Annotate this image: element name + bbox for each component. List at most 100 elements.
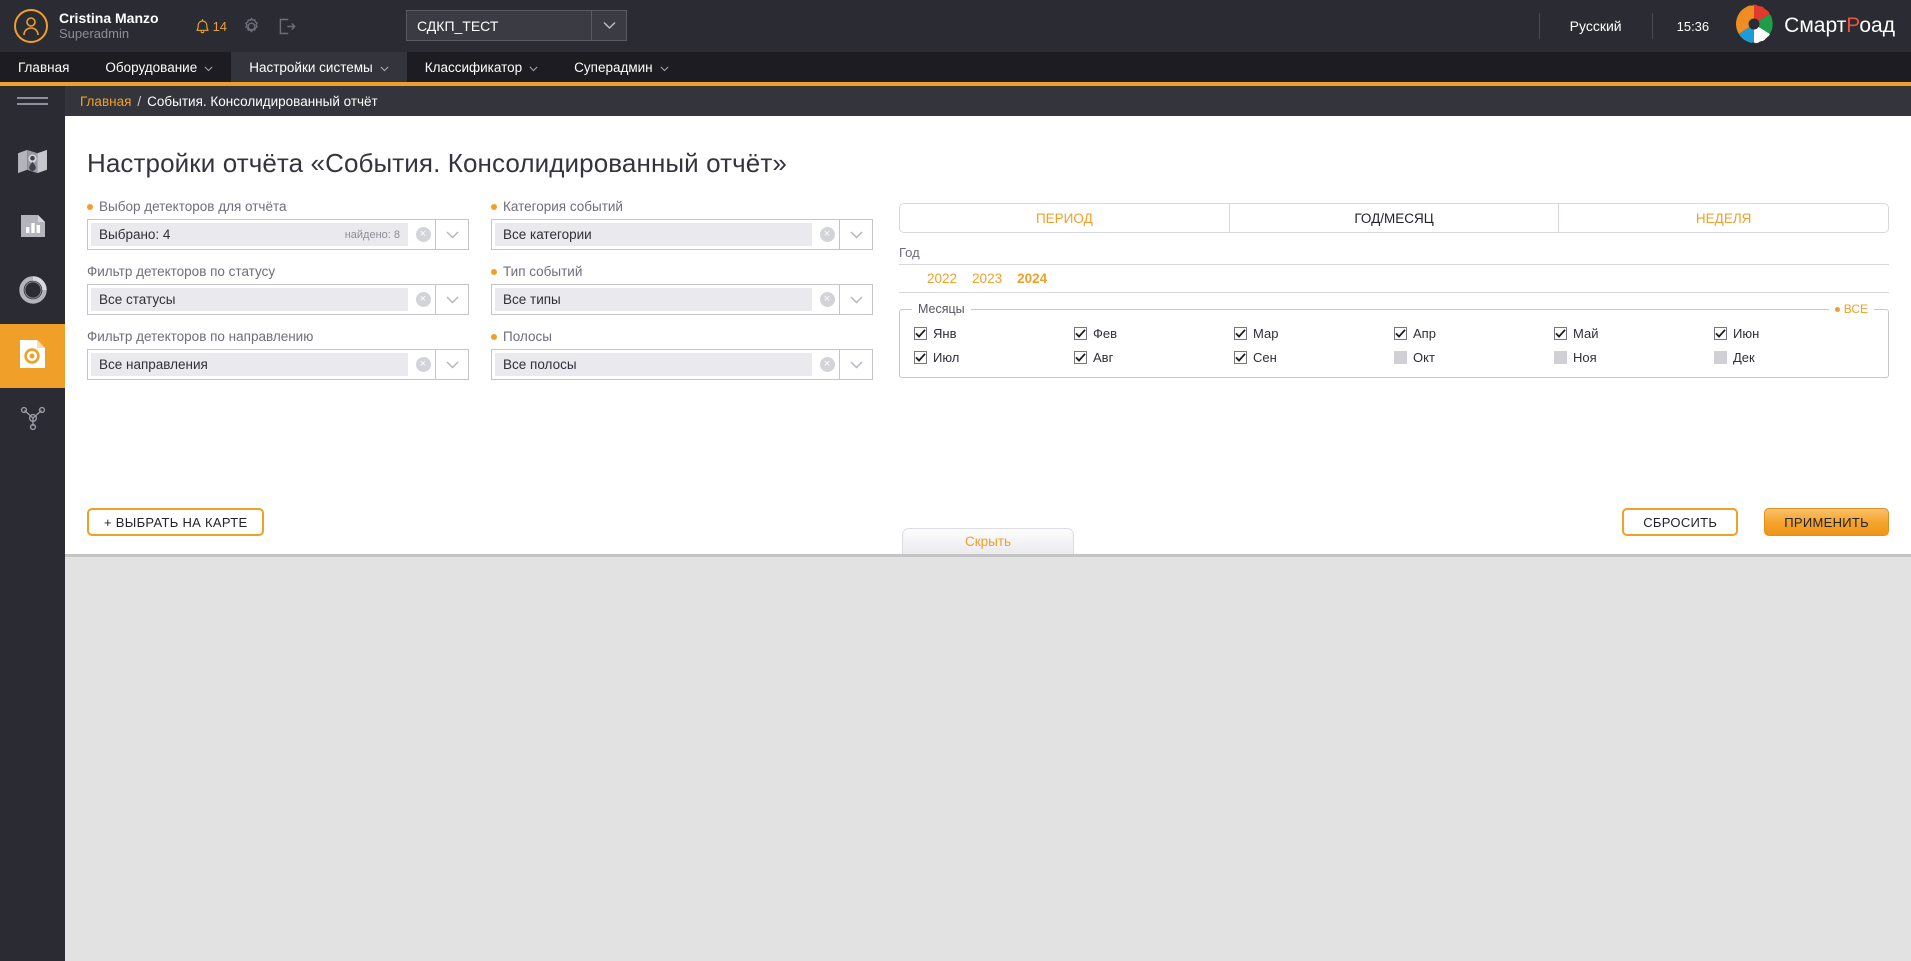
avatar[interactable] <box>14 9 48 43</box>
month-checkbox-feb[interactable]: Фев <box>1074 326 1234 341</box>
month-checkbox-jun[interactable]: Июн <box>1714 326 1874 341</box>
select-control[interactable]: Все полосы × <box>491 349 873 380</box>
month-label: Ноя <box>1573 350 1597 365</box>
tab-period[interactable]: ПЕРИОД <box>900 204 1230 232</box>
breadcrumb-separator: / <box>137 93 142 109</box>
dropdown-toggle[interactable] <box>839 220 872 249</box>
checkbox-checked-icon <box>914 327 927 340</box>
menu-toggle-button[interactable] <box>0 86 65 116</box>
select-inner[interactable]: Выбрано: 4 найдено: 8 <box>91 223 408 246</box>
app-body: Настройки отчёта «События. Консолидирова… <box>0 116 1911 961</box>
nav-item-label: Оборудование <box>105 59 198 75</box>
project-select[interactable]: СДКП_ТЕСТ <box>406 10 627 41</box>
year-option-2022[interactable]: 2022 <box>927 271 957 286</box>
checkbox-unchecked-icon <box>1394 351 1407 364</box>
select-value: Все полосы <box>503 357 577 372</box>
top-bar: Cristina Manzo Superadmin 14 СДКП_ТЕСТ Р… <box>0 0 1911 52</box>
dropdown-toggle[interactable] <box>435 220 468 249</box>
select-inner[interactable]: Все статусы <box>91 288 408 311</box>
breadcrumb-home-link[interactable]: Главная <box>80 94 131 109</box>
dropdown-toggle[interactable] <box>435 285 468 314</box>
nav-item-klassifikator[interactable]: Классификатор <box>407 52 556 82</box>
months-grid: Янв Фев Мар Апр Май Июн Июл Авг Сен Окт … <box>914 326 1874 365</box>
close-icon: × <box>819 357 835 372</box>
language-switch[interactable]: Русский <box>1540 18 1652 34</box>
clock: 15:36 <box>1676 18 1710 34</box>
select-control[interactable]: Все типы × <box>491 284 873 315</box>
field-detector-selection: Выбор детекторов для отчёта Выбрано: 4 н… <box>87 199 469 250</box>
month-checkbox-sep[interactable]: Сен <box>1234 350 1394 365</box>
filters-column-middle: Категория событий Все категории × Тип со… <box>491 199 873 394</box>
notifications-button[interactable]: 14 <box>195 18 227 35</box>
sidebar-item-network-graph[interactable] <box>0 388 65 452</box>
checkbox-checked-icon <box>1554 327 1567 340</box>
month-checkbox-aug[interactable]: Авг <box>1074 350 1234 365</box>
month-checkbox-jul[interactable]: Июл <box>914 350 1074 365</box>
clear-button[interactable]: × <box>815 220 839 249</box>
user-role: Superadmin <box>59 25 130 41</box>
sidebar-item-report[interactable] <box>0 324 65 388</box>
nav-item-nastroyki-sistemy[interactable]: Настройки системы <box>231 52 407 82</box>
logout-icon[interactable] <box>276 16 297 37</box>
close-icon: × <box>415 227 431 242</box>
dropdown-toggle[interactable] <box>435 350 468 379</box>
select-control[interactable]: Выбрано: 4 найдено: 8 × <box>87 219 469 250</box>
month-checkbox-mar[interactable]: Мар <box>1234 326 1394 341</box>
month-checkbox-nov[interactable]: Ноя <box>1554 350 1714 365</box>
select-inner[interactable]: Все направления <box>91 353 408 376</box>
select-inner[interactable]: Все полосы <box>495 353 812 376</box>
select-control[interactable]: Все направления × <box>87 349 469 380</box>
chevron-down-icon[interactable] <box>591 11 626 40</box>
clear-button[interactable]: × <box>411 350 435 379</box>
select-on-map-button[interactable]: + ВЫБРАТЬ НА КАРТЕ <box>87 508 265 536</box>
clear-button[interactable]: × <box>411 220 435 249</box>
select-inner[interactable]: Все категории <box>495 223 812 246</box>
tab-week[interactable]: НЕДЕЛЯ <box>1559 204 1888 232</box>
donut-chart-icon <box>18 275 48 310</box>
select-value: Все статусы <box>99 292 176 307</box>
month-label: Апр <box>1413 326 1436 341</box>
nav-item-glavnaya[interactable]: Главная <box>0 52 87 82</box>
month-checkbox-apr[interactable]: Апр <box>1394 326 1554 341</box>
clear-button[interactable]: × <box>411 285 435 314</box>
month-checkbox-dec[interactable]: Дек <box>1714 350 1874 365</box>
dropdown-toggle[interactable] <box>839 350 872 379</box>
month-label: Фев <box>1093 326 1118 341</box>
select-inner[interactable]: Все типы <box>495 288 812 311</box>
close-icon: × <box>415 357 431 372</box>
field-detector-direction-filter: Фильтр детекторов по направлению Все нап… <box>87 329 469 380</box>
sidebar-item-bar-chart[interactable] <box>0 196 65 260</box>
year-option-2023[interactable]: 2023 <box>972 271 1002 286</box>
select-control[interactable]: Все категории × <box>491 219 873 250</box>
clear-button[interactable]: × <box>815 285 839 314</box>
year-option-2024[interactable]: 2024 <box>1017 271 1047 286</box>
filter-columns: Выбор детекторов для отчёта Выбрано: 4 н… <box>87 199 1889 394</box>
month-checkbox-jan[interactable]: Янв <box>914 326 1074 341</box>
clear-button[interactable]: × <box>815 350 839 379</box>
tab-year-month[interactable]: ГОД/МЕСЯЦ <box>1229 204 1560 232</box>
sidebar-item-donut-chart[interactable] <box>0 260 65 324</box>
reset-button[interactable]: СБРОСИТЬ <box>1622 508 1739 536</box>
months-select-all-link[interactable]: ВСЕ <box>1828 302 1874 316</box>
smartroad-logo-icon <box>1732 1 1776 50</box>
collapse-panel-button[interactable]: Скрыть <box>902 528 1074 554</box>
select-control[interactable]: Все статусы × <box>87 284 469 315</box>
apply-button[interactable]: ПРИМЕНИТЬ <box>1764 508 1889 536</box>
breadcrumb: Главная / События. Консолидированный отч… <box>65 86 378 116</box>
field-label-text: Фильтр детекторов по статусу <box>87 264 276 279</box>
month-checkbox-oct[interactable]: Окт <box>1394 350 1554 365</box>
left-sidebar <box>0 116 65 961</box>
nav-item-label: Классификатор <box>424 59 523 75</box>
chevron-down-icon <box>204 60 213 75</box>
month-checkbox-may[interactable]: Май <box>1554 326 1714 341</box>
required-dot-icon <box>491 333 497 340</box>
period-panel: ПЕРИОД ГОД/МЕСЯЦ НЕДЕЛЯ Год 2022 2023 20… <box>899 199 1889 394</box>
chevron-down-icon <box>446 291 459 309</box>
nav-item-superadmin[interactable]: Суперадмин <box>556 52 687 82</box>
bullet-dot-icon <box>1834 306 1840 312</box>
field-label: Фильтр детекторов по статусу <box>87 264 469 279</box>
nav-item-oborudovanie[interactable]: Оборудование <box>87 52 231 82</box>
dropdown-toggle[interactable] <box>839 285 872 314</box>
sidebar-item-map[interactable] <box>0 132 65 196</box>
gear-icon[interactable] <box>241 16 262 37</box>
